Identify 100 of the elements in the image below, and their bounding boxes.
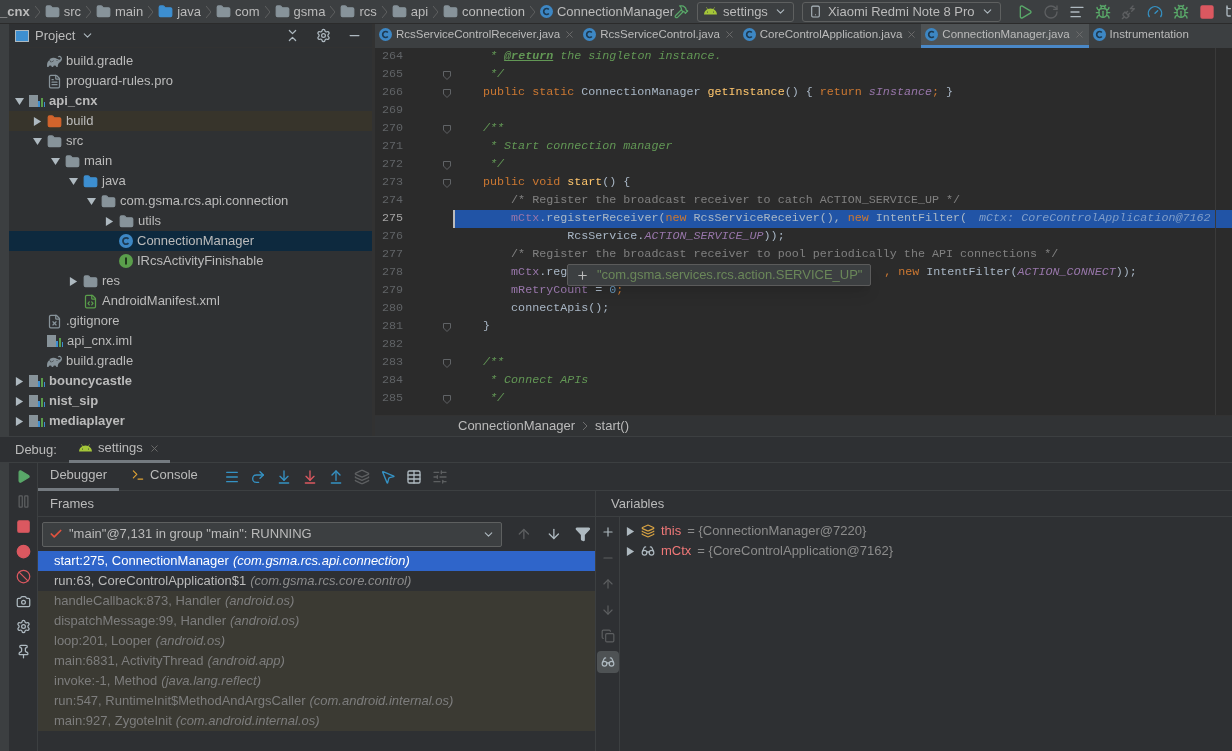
editor-tab[interactable]: RcsServiceControl.java [579,24,739,48]
expand-arrow-icon[interactable] [626,546,635,556]
breadcrumb-item[interactable]: rcs [340,1,377,22]
fold-marker-icon[interactable] [443,124,451,134]
tree-item[interactable]: ConnectionManager [9,231,372,251]
tree-item[interactable]: proguard-rules.pro [9,71,372,91]
fold-marker-icon[interactable] [443,394,451,404]
tree-item[interactable]: AndroidManifest.xml [9,291,372,311]
resume-icon[interactable] [15,469,31,484]
breakpoints-icon[interactable] [15,544,31,559]
tree-item[interactable]: build.gradle [9,351,372,371]
fold-marker-icon[interactable] [443,178,451,188]
collapse-arrow-icon[interactable] [50,156,60,166]
expand-plus-icon[interactable] [576,268,589,282]
tree-item[interactable]: .gitignore [9,311,372,331]
breadcrumb-item[interactable]: com [216,1,260,22]
collapse-arrow-icon[interactable] [68,176,78,186]
tree-item[interactable]: res [9,271,372,291]
tree-item[interactable]: build [9,111,372,131]
calculator-icon[interactable] [405,468,422,485]
breadcrumb-item[interactable]: src [44,1,81,22]
fold-marker-icon[interactable] [443,160,451,170]
variable-item[interactable]: this = {ConnectionManager@7220} [620,521,1232,541]
fold-marker-icon[interactable] [443,322,451,332]
thread-dropdown[interactable]: "main"@7,131 in group "main": RUNNING [42,521,502,547]
folder-icon [65,153,80,169]
close-tab-icon[interactable] [564,29,576,40]
gauge-icon[interactable] [1146,3,1163,20]
collapse-arrow-icon[interactable] [86,196,96,206]
breadcrumb-item[interactable]: main [96,1,144,22]
expand-arrow-icon[interactable] [68,276,78,286]
line-number: 269 [380,102,403,120]
editor-tab[interactable]: ConnectionManager.java [921,24,1089,48]
bug-arrow-icon[interactable] [1172,3,1189,20]
breadcrumb-item[interactable]: gsma [274,1,326,22]
collapse-arrow-icon[interactable] [32,136,42,146]
tree-item[interactable]: build.gradle [9,51,372,71]
gradle-elephant-icon [47,53,62,69]
device-dropdown[interactable]: Xiaomi Redmi Note 8 Pro [801,1,1001,22]
tree-item[interactable]: api_cnx [9,91,372,111]
run-configuration-dropdown[interactable]: settings [697,1,794,22]
module-icon [29,394,45,408]
filter-icon[interactable] [575,526,591,542]
expand-arrow-icon[interactable] [14,396,24,406]
hammer-icon[interactable] [674,4,690,19]
expand-arrow-icon[interactable] [32,116,42,126]
tree-item[interactable]: main [9,151,372,171]
tree-item[interactable]: api_cnx.iml [9,331,372,351]
glasses-icon[interactable] [596,651,619,673]
expand-arrow-icon[interactable] [104,216,114,226]
camera-icon[interactable] [15,594,31,609]
close-tab-icon[interactable] [148,442,160,454]
close-tab-icon[interactable] [723,29,735,40]
breadcrumb-item[interactable]: connection [443,1,525,22]
breadcrumb-item[interactable]: java [158,1,202,22]
fold-marker-icon[interactable] [443,70,451,80]
frame-item[interactable]: start:275, ConnectionManager (com.gsma.rcs.api.connection) [38,551,595,571]
fold-marker-icon[interactable] [443,358,451,368]
editor-tab[interactable]: Instrumentation [1088,24,1193,48]
expand-arrow-icon[interactable] [14,416,24,426]
debugger-tab[interactable]: Debugger [38,462,120,491]
editor-tab[interactable]: CoreControlApplication.java [738,24,922,48]
breadcrumb-item[interactable]: start() [595,416,630,436]
tree-item[interactable]: utils [9,211,372,231]
expand-arrow-icon[interactable] [14,376,24,386]
expand-arrow-icon[interactable] [626,526,635,536]
breadcrumb-item[interactable]: _cnx [0,1,30,22]
chevron-separator-icon [433,5,439,18]
tree-item[interactable]: java [9,171,372,191]
frame-item[interactable]: run:63, CoreControlApplication$1 (com.gsma.rcs.core.control) [38,571,595,591]
mute-breakpoints-icon[interactable] [15,569,31,584]
breadcrumb-item[interactable]: api [391,1,429,22]
module-icon [47,334,63,348]
stop-icon[interactable] [15,519,31,534]
breadcrumb-item[interactable]: ConnectionManager [540,1,675,22]
close-tab-icon[interactable] [906,29,918,40]
tree-item[interactable]: bouncycastle [9,371,372,391]
editor-tab[interactable]: RcsServiceControlReceiver.java [375,24,580,48]
collapse-arrow-icon[interactable] [14,96,24,106]
section-title: Frames [50,494,95,513]
tree-item[interactable]: com.gsma.rcs.api.connection [9,191,372,211]
settings-icon[interactable] [15,619,31,634]
breadcrumb-item[interactable]: ConnectionManager [458,416,576,436]
folder-icon [44,4,60,19]
stop-icon[interactable] [1198,3,1215,20]
tree-item[interactable]: src [9,131,372,151]
settings-icon[interactable] [316,28,331,43]
pin-icon[interactable] [15,644,31,659]
bug-icon[interactable] [1094,3,1111,20]
session-tab[interactable]: settings [68,436,170,463]
project-view-dropdown[interactable]: Project [15,25,95,46]
run-to-cursor-icon[interactable] [379,468,396,485]
fold-marker-icon[interactable] [443,88,451,98]
variable-item[interactable]: mCtx = {CoreControlApplication@7162} [620,541,1232,561]
tree-item[interactable]: mediaplayer [9,411,372,431]
debugger-tab[interactable]: Console [119,462,210,491]
step-over-icon[interactable] [249,468,266,485]
chevron-separator-icon [206,5,212,18]
tree-item[interactable]: IRcsActivityFinishable [9,251,372,271]
tree-item[interactable]: nist_sip [9,391,372,411]
